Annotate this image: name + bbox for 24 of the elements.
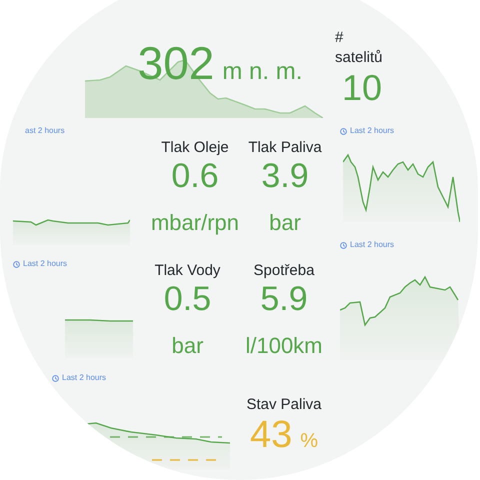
stat-unit: l/100km [245,332,323,360]
panel-title: Tlak Paliva [248,138,322,158]
stat-value: 3.9 [261,158,309,196]
stat-value: 10 [342,68,382,108]
panel-title: Tlak Vody [154,261,220,281]
panel-title: Tlak Oleje [161,138,229,158]
stat-value: 0.5 [164,281,212,318]
stat-unit: % [300,429,318,454]
stat-value: 5.9 [260,281,308,318]
stat-value: 302 [138,38,214,89]
stat-unit: m n. m. [222,57,302,87]
time-range-link[interactable]: Last 2 hours [23,259,68,269]
time-range-link[interactable]: ast 2 hours [25,126,65,136]
stat-unit: mbar/rpn [150,209,240,237]
stat-unit: bar [172,332,204,360]
panel-title: # satelitů [335,28,384,68]
panel-title: Stav Paliva [246,395,322,415]
time-range-link[interactable]: Last 2 hours [350,126,394,136]
panel-title: Spotřeba [254,261,314,281]
stat-value: 0.6 [171,158,219,196]
stat-value: 43 [250,415,292,457]
stat-unit: bar [269,209,301,237]
time-range-link[interactable]: Last 2 hours [350,240,394,250]
time-range-link[interactable]: Last 2 hours [62,373,106,383]
